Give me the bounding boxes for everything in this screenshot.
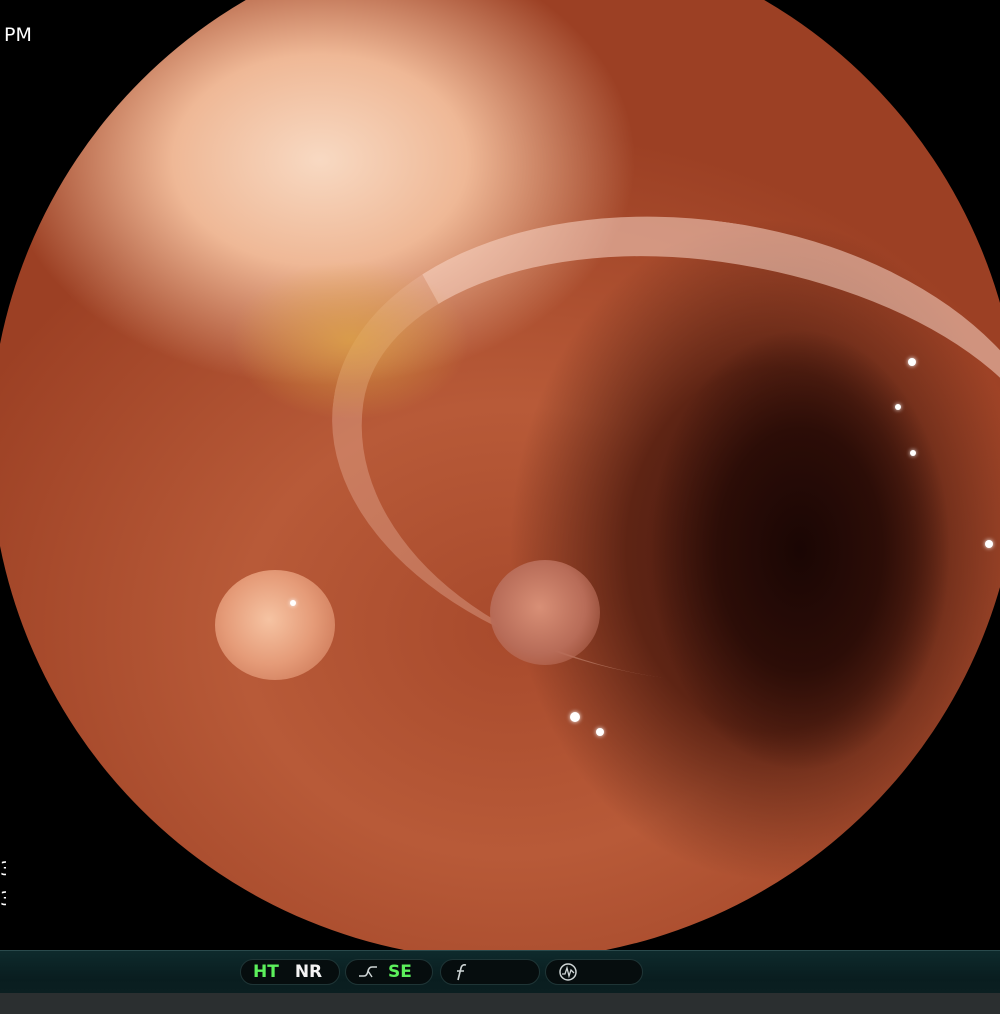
polyp-center: [490, 560, 600, 665]
specular-highlight: [895, 404, 901, 410]
mucosa-patch: [230, 260, 470, 420]
contrast-curve-icon: [358, 964, 378, 980]
specular-highlight: [570, 712, 580, 722]
ht-label: HT: [253, 962, 279, 982]
mucosal-fold: [301, 171, 1000, 729]
function-indicator: [440, 959, 540, 985]
specular-highlight: [290, 600, 296, 606]
se-label: SE: [388, 962, 412, 982]
time-suffix: PM: [4, 24, 32, 46]
specular-highlight: [985, 540, 993, 548]
endoscopic-image: [0, 0, 1000, 960]
se-indicator: SE: [345, 959, 433, 985]
waveform-indicator: [545, 959, 643, 985]
specular-highlight: [910, 450, 916, 456]
ht-nr-indicator: HT NR: [240, 959, 340, 985]
nr-label: NR: [294, 962, 323, 982]
function-f-icon: [453, 963, 469, 981]
specular-highlight: [908, 358, 916, 366]
specular-highlight: [596, 728, 604, 736]
waveform-circle-icon: [558, 962, 578, 982]
left-edge-readout-1: 3: [0, 860, 6, 879]
polyp-left: [215, 570, 335, 680]
endoscopy-screen: PM 3 3 HT NR SE: [0, 0, 1000, 1014]
left-edge-readout-2: 3: [0, 890, 6, 909]
status-bar: HT NR SE: [0, 950, 1000, 1014]
